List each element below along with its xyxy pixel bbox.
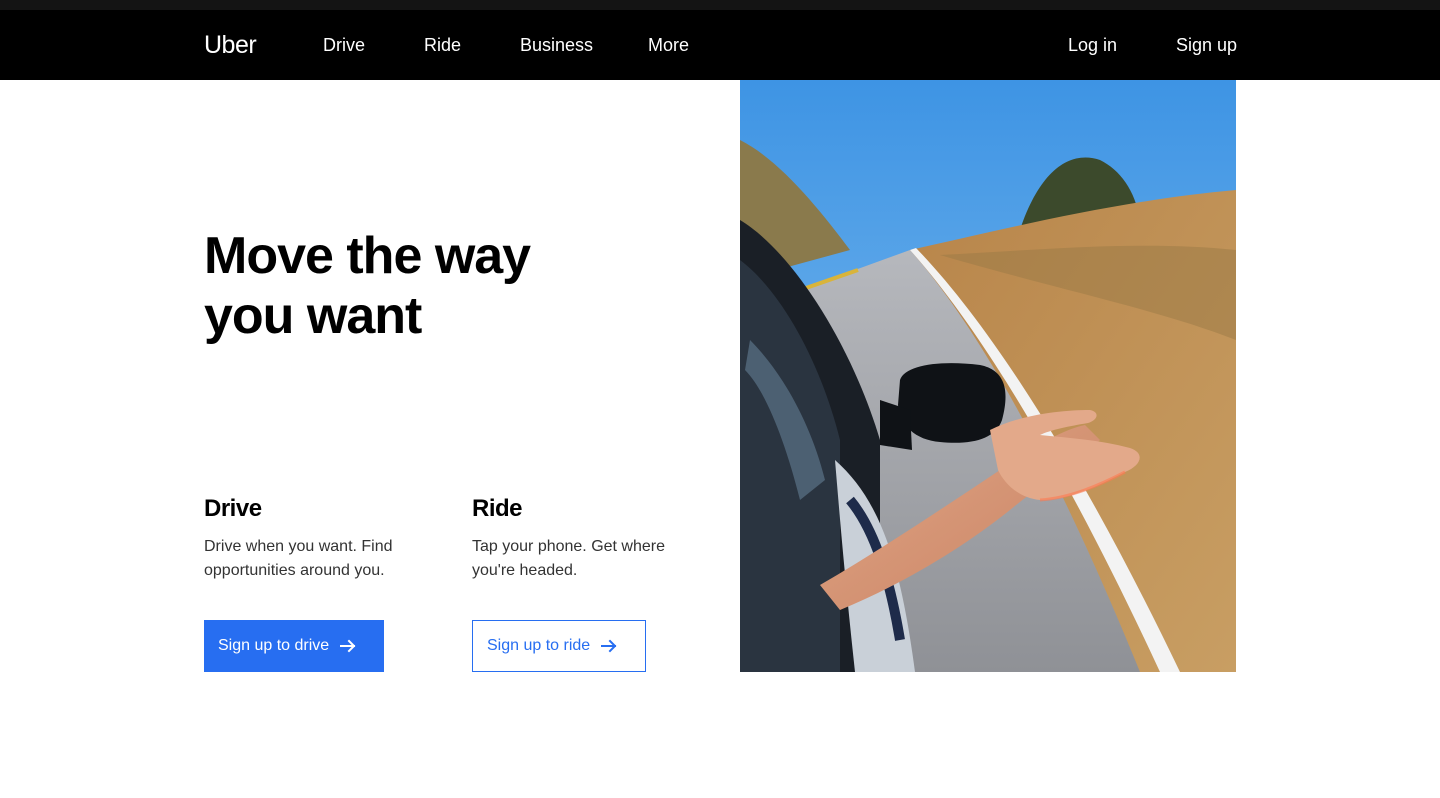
hero-title: Move the way you want [204, 226, 644, 346]
arrow-right-icon [601, 639, 617, 653]
hero-title-line-2: you want [204, 287, 422, 345]
nav-item-more[interactable]: More [648, 34, 689, 56]
drive-heading: Drive [204, 495, 262, 522]
top-strip [0, 0, 1440, 10]
hero-title-line-1: Move the way [204, 227, 531, 285]
sign-up-to-drive-label: Sign up to drive [218, 637, 330, 654]
ride-description: Tap your phone. Get where you're headed. [472, 538, 666, 579]
sign-up-to-ride-button[interactable]: Sign up to ride [472, 620, 646, 672]
hero-image [740, 80, 1236, 672]
sign-up-to-ride-label: Sign up to ride [487, 637, 591, 654]
hand-out-car-window-icon [740, 80, 1236, 672]
ride-heading: Ride [472, 495, 523, 522]
nav-item-drive[interactable]: Drive [323, 34, 365, 56]
login-link[interactable]: Log in [1068, 34, 1117, 56]
nav-item-ride[interactable]: Ride [424, 34, 461, 56]
top-navigation-bar: Uber Drive Ride Business More Log in Sig… [0, 10, 1440, 80]
drive-description: Drive when you want. Find opportunities … [204, 538, 393, 579]
arrow-right-icon [340, 639, 356, 653]
nav-item-business[interactable]: Business [520, 34, 593, 56]
sign-up-to-drive-button[interactable]: Sign up to drive [204, 620, 384, 672]
uber-logo[interactable]: Uber [204, 30, 257, 60]
signup-link[interactable]: Sign up [1176, 34, 1237, 56]
